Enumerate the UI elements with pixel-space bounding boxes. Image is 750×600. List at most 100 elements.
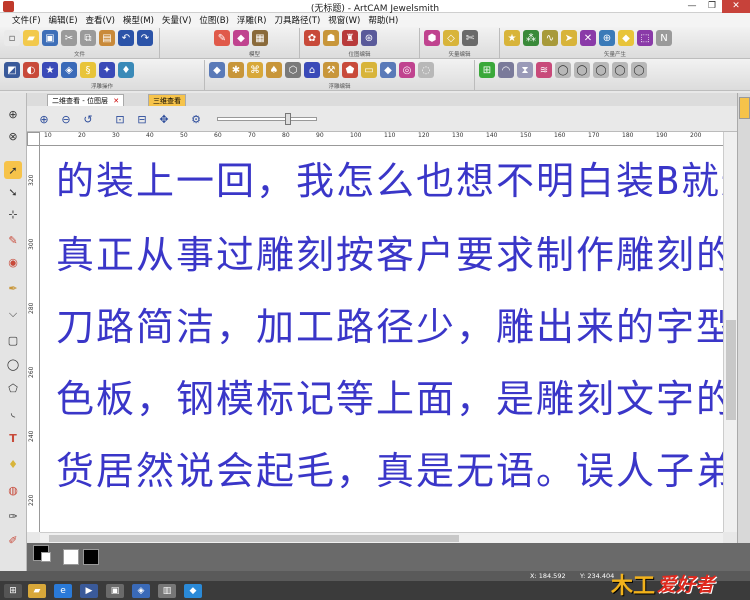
tab-2d-view[interactable]: 二维查看 - 位图层 ✕	[47, 94, 125, 106]
circle-icon[interactable]: ◯	[4, 355, 22, 373]
relief-smooth-icon[interactable]: ◆	[209, 62, 225, 78]
vector-wrap-icon[interactable]: ⧗	[517, 62, 533, 78]
cut-icon[interactable]: ✂	[61, 30, 77, 46]
vector-tool-8-icon[interactable]: ◯	[612, 62, 628, 78]
redo-icon[interactable]: ↷	[137, 30, 153, 46]
zoom-previous-icon[interactable]: ↺	[79, 110, 97, 128]
vector-grid-icon[interactable]: ⁂	[523, 30, 539, 46]
horizontal-scrollbar[interactable]	[40, 532, 723, 543]
vector-tool-6-icon[interactable]: ◯	[574, 62, 590, 78]
vector-distort-icon[interactable]: ⊞	[479, 62, 495, 78]
paint-brush-icon[interactable]: ✎	[4, 231, 22, 249]
bitmap-to-vector-icon[interactable]: ✿	[304, 30, 320, 46]
relief-star-icon[interactable]: ★	[42, 62, 58, 78]
menu-file[interactable]: 文件(F)	[8, 14, 45, 26]
select-arrow-icon[interactable]: ➚	[4, 161, 22, 179]
secondary-color-swatch[interactable]	[41, 552, 51, 562]
vertical-scroll-thumb[interactable]	[726, 320, 736, 420]
vector-trim-icon[interactable]: ✕	[580, 30, 596, 46]
taskbar-explorer-icon[interactable]: ▰	[28, 584, 46, 598]
bitmap-tool-icon[interactable]: ▦	[252, 30, 268, 46]
close-button[interactable]: ✕	[722, 0, 750, 13]
pan-icon[interactable]: ✥	[155, 110, 173, 128]
relief-tool-3-icon[interactable]: ⌘	[247, 62, 263, 78]
text-tool-icon[interactable]: T	[4, 429, 22, 447]
vector-tool-7-icon[interactable]: ◯	[593, 62, 609, 78]
relief-sweep-icon[interactable]: ✦	[99, 62, 115, 78]
taskbar-artcam-icon[interactable]: ▥	[158, 584, 176, 598]
relief-tool-7-icon[interactable]: ⚒	[323, 62, 339, 78]
vector-node-icon[interactable]: ◇	[443, 30, 459, 46]
vector-fill-icon[interactable]: ◆	[618, 30, 634, 46]
menu-view[interactable]: 查看(V)	[82, 14, 119, 26]
vector-tool-9-icon[interactable]: ◯	[631, 62, 647, 78]
taskbar-media-icon[interactable]: ▶	[80, 584, 98, 598]
right-panel-tab[interactable]	[739, 97, 750, 119]
menu-window[interactable]: 视窗(W)	[324, 14, 364, 26]
zoom-box-icon[interactable]: ⊟	[133, 110, 151, 128]
zoom-slider-track[interactable]	[217, 117, 317, 121]
taskbar-app-3-icon[interactable]: ◆	[184, 584, 202, 598]
vector-join-icon[interactable]: ➤	[561, 30, 577, 46]
canvas-text-line[interactable]: 色板，钢模标记等上面，是雕刻文字的一	[56, 368, 723, 423]
canvas-text-line[interactable]: 货居然说会起毛，真是无语。误人子弟	[56, 440, 723, 495]
paste-icon[interactable]: ▤	[99, 30, 115, 46]
menu-toolpath[interactable]: 刀具路径(T)	[270, 14, 324, 26]
palette-black-swatch[interactable]	[83, 549, 99, 565]
transform-icon[interactable]: ⊹	[4, 205, 22, 223]
minimize-button[interactable]: —	[682, 0, 702, 13]
vector-offset-icon[interactable]: ∿	[542, 30, 558, 46]
relief-weave-icon[interactable]: ♦	[118, 62, 134, 78]
relief-tool-6-icon[interactable]: ⌂	[304, 62, 320, 78]
relief-shape-icon[interactable]: ◩	[4, 62, 20, 78]
vector-align-icon[interactable]: ⊕	[599, 30, 615, 46]
relief-tool-12-icon[interactable]: ◌	[418, 62, 434, 78]
relief-tool-11-icon[interactable]: ◎	[399, 62, 415, 78]
menu-help[interactable]: 帮助(H)	[364, 14, 402, 26]
menu-bitmap[interactable]: 位图(B)	[195, 14, 232, 26]
arc-icon[interactable]: ◟	[4, 403, 22, 421]
vector-bend-icon[interactable]: ◠	[498, 62, 514, 78]
vector-text-icon[interactable]: ⬚	[637, 30, 653, 46]
rectangle-icon[interactable]: ▢	[4, 331, 22, 349]
zoom-fit-icon[interactable]: ⊡	[111, 110, 129, 128]
drop-icon[interactable]: ♦	[4, 455, 22, 473]
eraser-icon[interactable]: ◆	[233, 30, 249, 46]
relief-tool-10-icon[interactable]: ◆	[380, 62, 396, 78]
knife-icon[interactable]: ✑	[4, 507, 22, 525]
relief-tool-4-icon[interactable]: ♠	[266, 62, 282, 78]
bitmap-fill-icon[interactable]: ♜	[342, 30, 358, 46]
open-folder-icon[interactable]: ▰	[23, 30, 39, 46]
taskbar-app-1-icon[interactable]: ▣	[106, 584, 124, 598]
relief-tool-9-icon[interactable]: ▭	[361, 62, 377, 78]
menu-vector[interactable]: 矢量(V)	[158, 14, 195, 26]
tab-3d-view[interactable]: 三维查看	[148, 94, 186, 106]
save-icon[interactable]: ▣	[42, 30, 58, 46]
pen-icon[interactable]: ✐	[4, 531, 22, 549]
relief-tool-5-icon[interactable]: ⬡	[285, 62, 301, 78]
crosshair-icon[interactable]: ⊗	[4, 127, 22, 145]
vector-cut-icon[interactable]: ✄	[462, 30, 478, 46]
model-tool-icon[interactable]: ✎	[214, 30, 230, 46]
horizontal-scroll-thumb[interactable]	[49, 535, 459, 542]
relief-spin-icon[interactable]: §	[80, 62, 96, 78]
polygon-icon[interactable]: ⬠	[4, 379, 22, 397]
zoom-slider-thumb[interactable]	[285, 113, 291, 125]
bitmap-smooth-icon[interactable]: ⊛	[361, 30, 377, 46]
undo-icon[interactable]: ↶	[118, 30, 134, 46]
taskbar-app-2-icon[interactable]: ◈	[132, 584, 150, 598]
vertical-scrollbar[interactable]	[723, 132, 737, 532]
relief-sculpt-icon[interactable]: ✱	[228, 62, 244, 78]
zoom-in-icon[interactable]: ⊕	[35, 110, 53, 128]
vector-star-icon[interactable]: ★	[504, 30, 520, 46]
vector-tool-5-icon[interactable]: ◯	[555, 62, 571, 78]
settings-gear-icon[interactable]: ⚙	[187, 110, 205, 128]
bitmap-color-icon[interactable]: ☗	[323, 30, 339, 46]
canvas-text-line[interactable]: 刀路简洁，加工路径少，雕出来的字型么	[56, 296, 723, 351]
menu-edit[interactable]: 编辑(E)	[45, 14, 82, 26]
canvas-text-line[interactable]: 的装上一回，我怎么也想不明白装B就这	[56, 150, 723, 205]
copy-icon[interactable]: ⧉	[80, 30, 96, 46]
relief-tool-8-icon[interactable]: ⬟	[342, 62, 358, 78]
eyedropper-icon[interactable]: ✒	[4, 279, 22, 297]
canvas-text-line[interactable]: 真正从事过雕刻按客户要求制作雕刻的	[56, 224, 723, 279]
